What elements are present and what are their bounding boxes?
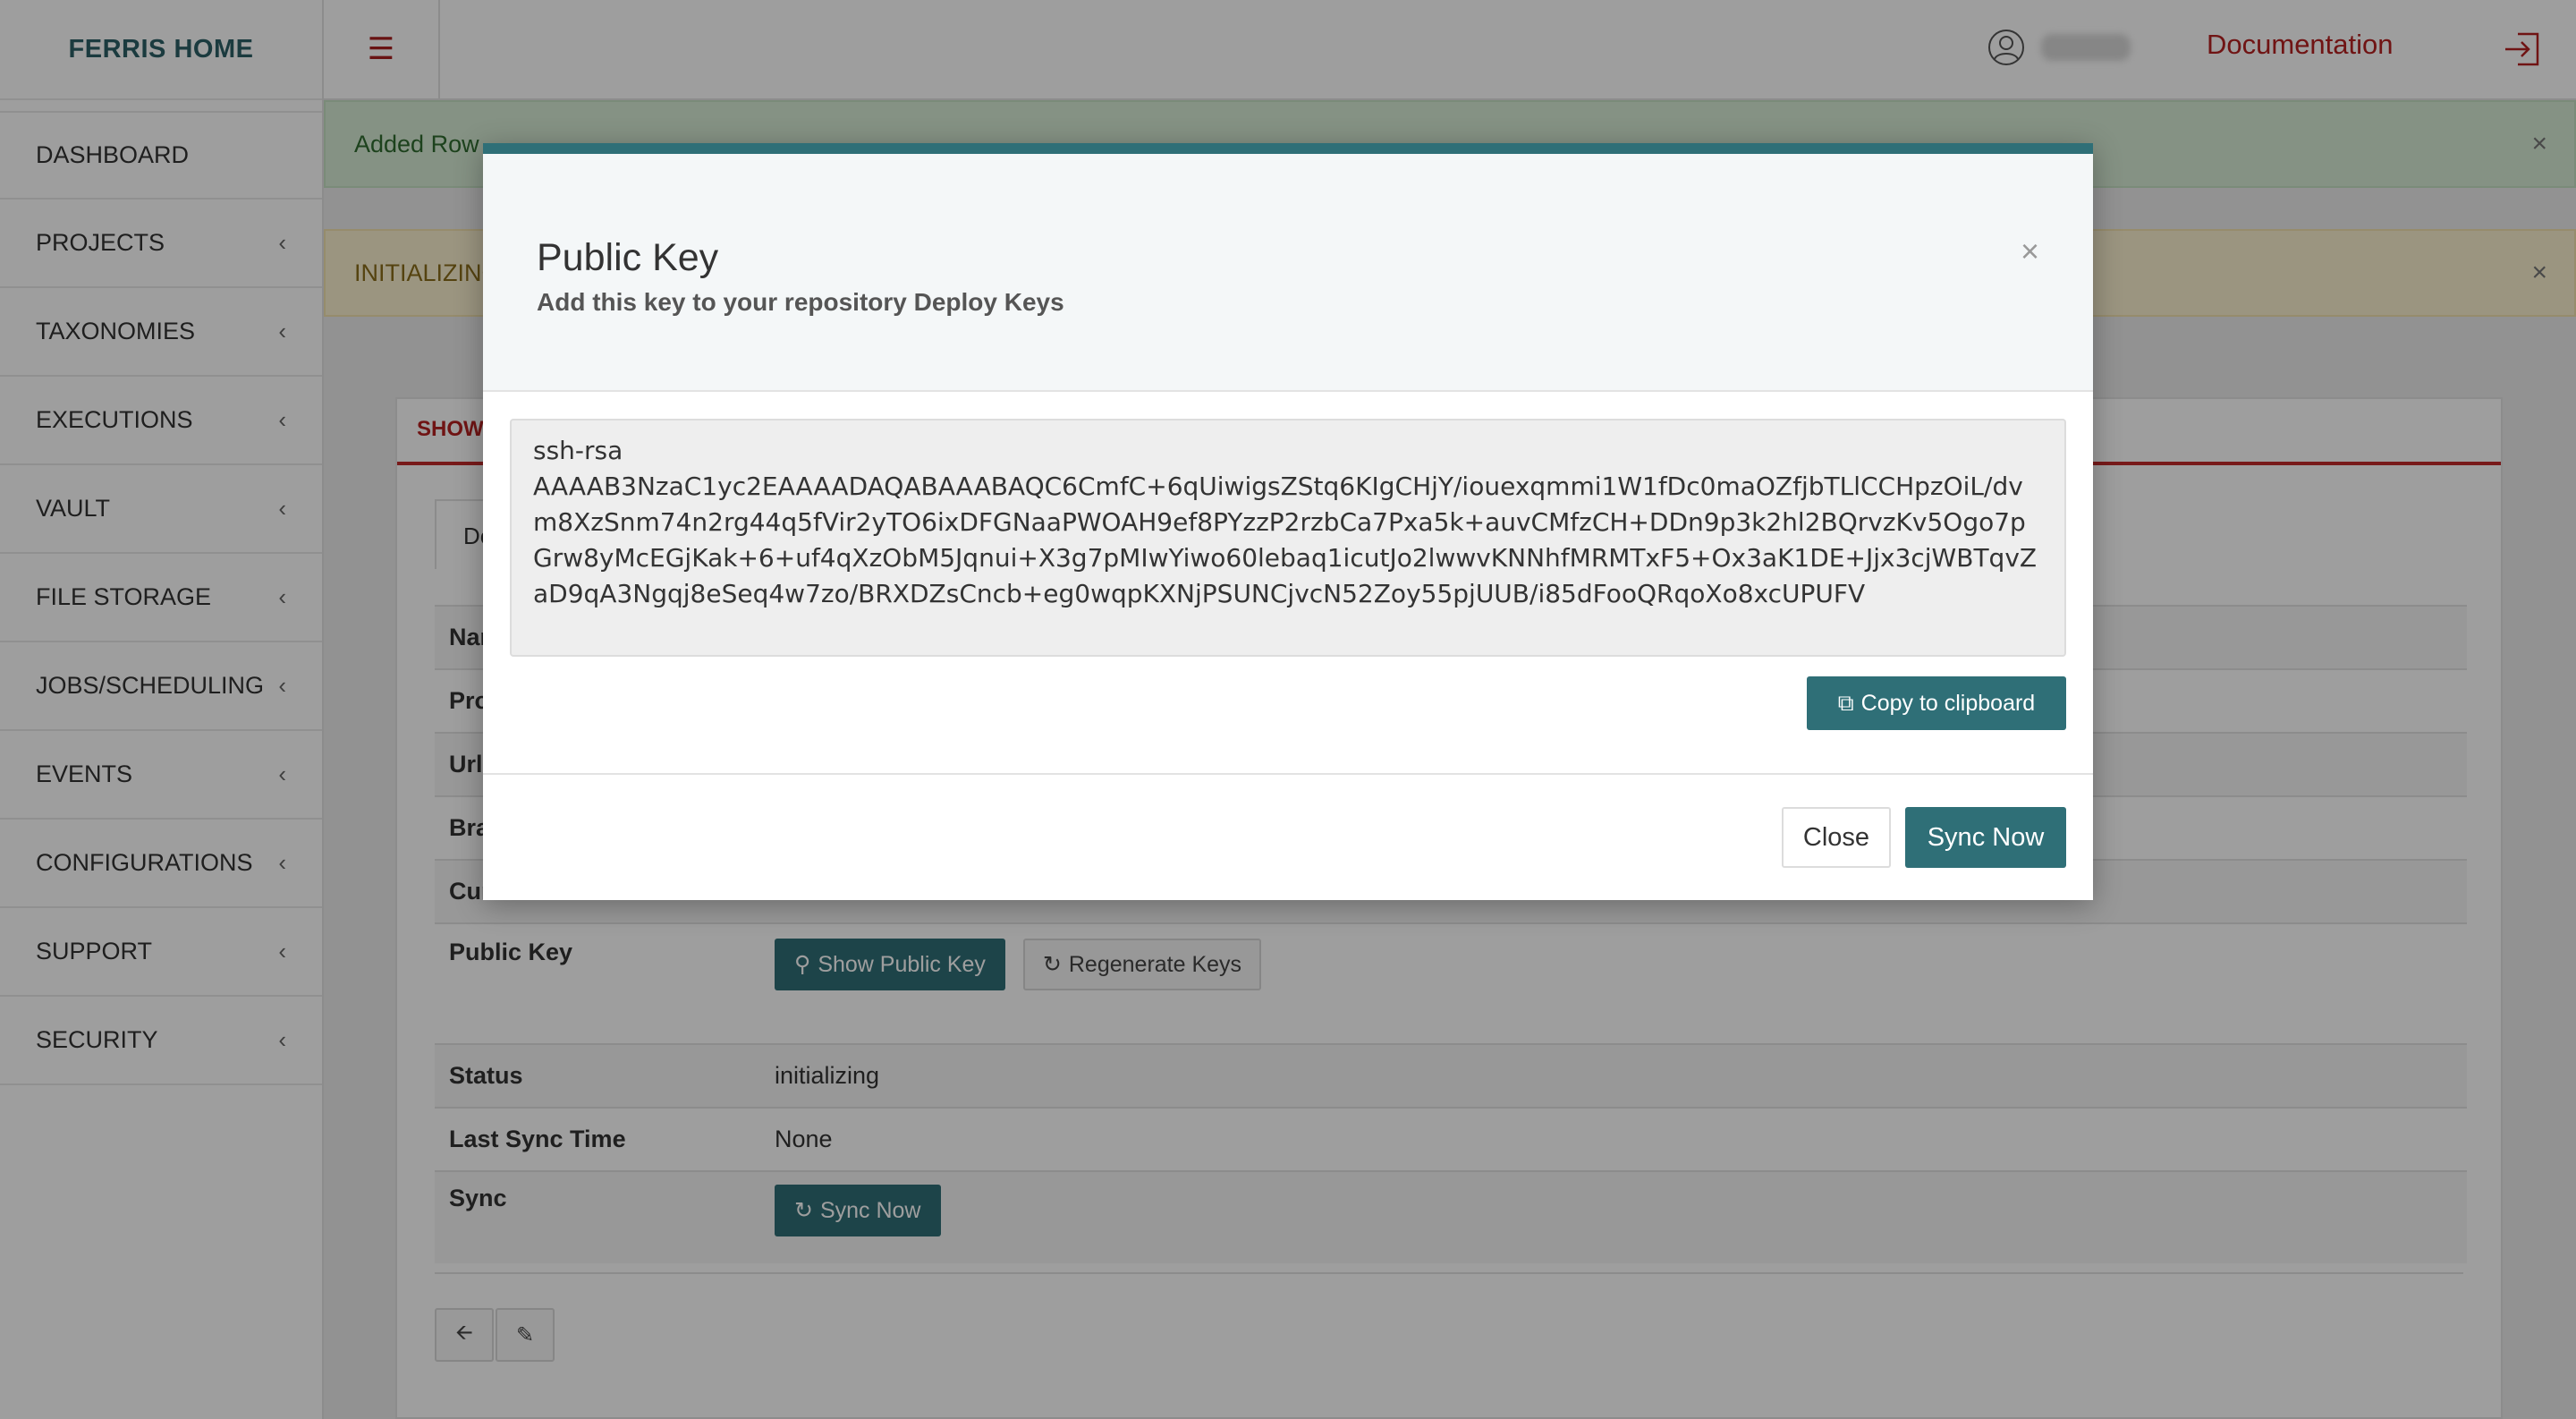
close-button[interactable]: Close (1782, 807, 1891, 868)
copy-icon: ⧉ (1837, 690, 1854, 716)
close-icon[interactable]: × (2021, 233, 2039, 270)
modal-footer-divider (483, 773, 2093, 775)
modal-subtitle: Add this key to your repository Deploy K… (537, 288, 1064, 316)
modal-title: Public Key (537, 236, 719, 279)
button-label: Copy to clipboard (1860, 690, 2036, 716)
public-key-textarea[interactable] (510, 419, 2066, 657)
public-key-modal: Public Key Add this key to your reposito… (483, 143, 2093, 900)
sync-now-button[interactable]: Sync Now (1905, 807, 2066, 868)
copy-to-clipboard-button[interactable]: ⧉ Copy to clipboard (1807, 676, 2066, 730)
modal-header: Public Key Add this key to your reposito… (483, 154, 2093, 392)
